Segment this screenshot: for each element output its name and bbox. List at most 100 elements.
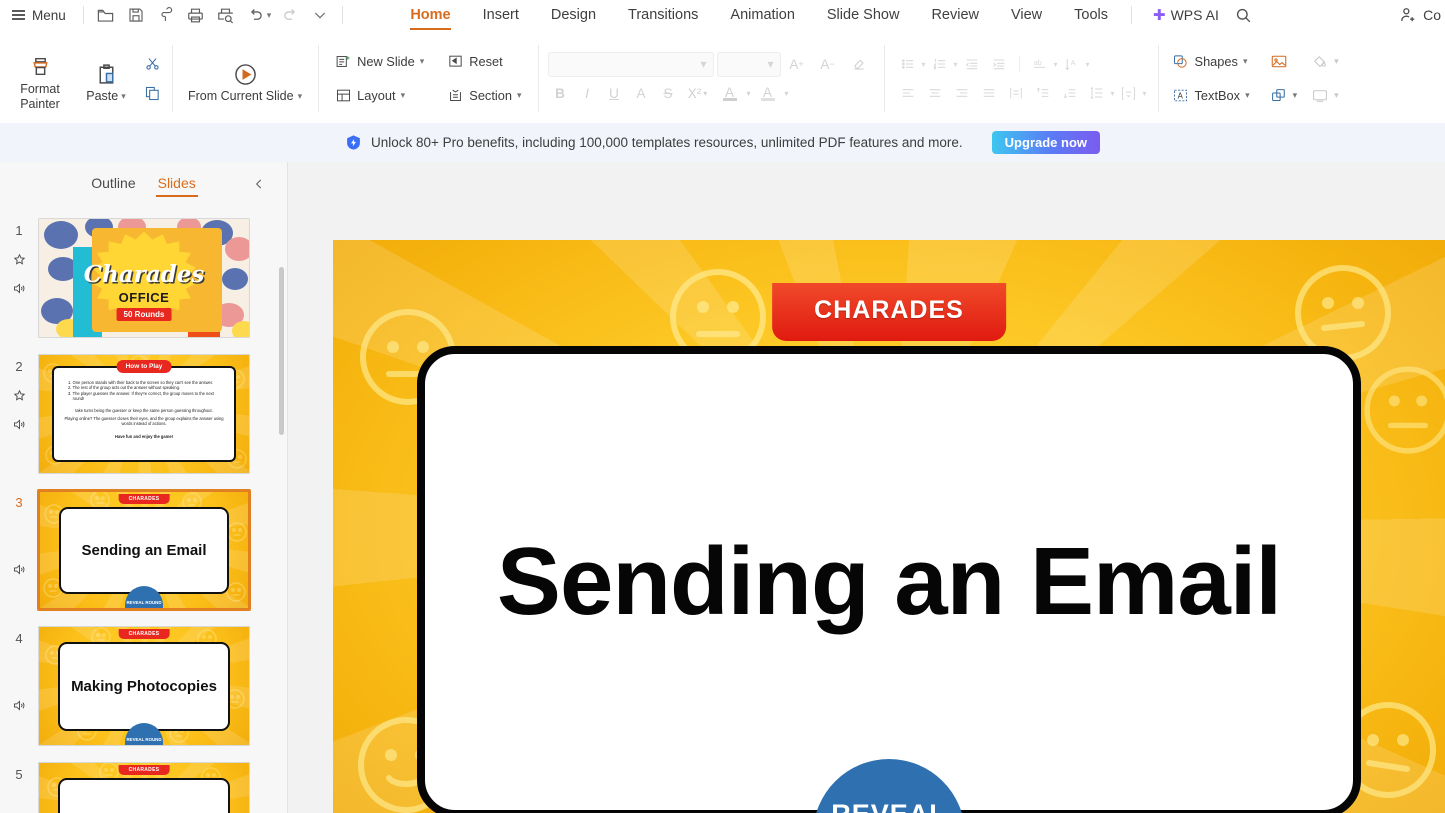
paste-button[interactable]: Paste ▾ — [73, 53, 139, 104]
chevron-down-icon[interactable]: ▾ — [1334, 90, 1339, 101]
chevron-down-icon[interactable]: ▾ — [1143, 89, 1147, 98]
chevron-down-icon[interactable]: ▾ — [298, 89, 303, 104]
bullet-list-button[interactable] — [895, 53, 921, 76]
slide-size-button[interactable]: ▾ — [1307, 83, 1343, 109]
align-center-button[interactable] — [922, 82, 948, 105]
slide-thumbnail-5[interactable]: CHARADES — [38, 762, 250, 813]
decrease-indent-button[interactable] — [959, 53, 985, 76]
list-item[interactable]: 1 — [0, 209, 287, 338]
tab-insert[interactable]: Insert — [467, 0, 535, 30]
strikethrough-button[interactable]: S — [656, 82, 681, 106]
format-painter-button[interactable]: Format Painter — [7, 46, 73, 112]
slide-thumbnail-2[interactable]: How to Play One person stands with their… — [38, 354, 250, 474]
slide-thumbnail-4[interactable]: CHARADES Making Photocopies REVEAL ROUND — [38, 626, 250, 746]
layout-button[interactable]: Layout ▾ — [330, 83, 428, 109]
list-item[interactable]: 4 CHARADES — [0, 610, 287, 746]
line-spacing-down-button[interactable] — [1057, 82, 1083, 105]
audio-icon[interactable] — [12, 281, 27, 296]
text-direction-button[interactable]: ab — [1027, 53, 1053, 76]
font-color-button[interactable]: A — [715, 82, 745, 106]
tab-animation[interactable]: Animation — [714, 0, 810, 30]
text-align-vertical-button[interactable] — [1116, 82, 1142, 105]
save-icon[interactable] — [121, 2, 151, 28]
increase-indent-button[interactable] — [986, 53, 1012, 76]
copy-button[interactable] — [139, 81, 165, 107]
bold-button[interactable]: B — [548, 82, 573, 106]
italic-button[interactable]: I — [575, 82, 600, 106]
reset-button[interactable]: Reset — [442, 49, 525, 75]
chevron-down-icon[interactable]: ▾ — [785, 89, 789, 98]
font-size-select[interactable]: ▾ — [717, 52, 781, 77]
chevron-down-icon[interactable]: ▾ — [420, 56, 425, 67]
arrange-objects-button[interactable]: ▾ — [1266, 83, 1302, 109]
new-slide-button[interactable]: New Slide ▾ — [330, 49, 428, 75]
chevron-down-icon[interactable]: ▾ — [401, 90, 406, 101]
text-effects-button[interactable]: A — [629, 82, 654, 106]
superscript-button[interactable]: X² ▾ — [683, 82, 713, 106]
wps-ai-button[interactable]: ✚ WPS AI — [1139, 6, 1229, 24]
textbox-button[interactable]: A TextBox ▾ — [1168, 83, 1254, 109]
audio-icon[interactable] — [12, 698, 27, 713]
from-current-slide-button[interactable]: From Current Slide ▾ — [188, 53, 302, 104]
chevron-down-icon[interactable]: ▾ — [747, 89, 751, 98]
section-button[interactable]: Section ▾ — [442, 83, 525, 109]
search-icon[interactable] — [1229, 2, 1259, 28]
tab-tools[interactable]: Tools — [1058, 0, 1124, 30]
chevron-down-icon[interactable]: ▾ — [1334, 56, 1339, 67]
collaborate-user-icon[interactable] — [1393, 2, 1423, 28]
list-item[interactable]: 3 CHARADES — [0, 474, 287, 610]
main-menu-button[interactable]: Menu — [0, 0, 76, 30]
slide-thumbnail-3[interactable]: CHARADES Sending an Email REVEAL ROUND — [38, 490, 250, 610]
undo-dropdown-icon[interactable]: ▾ — [267, 10, 276, 21]
shrink-font-button[interactable]: A− — [813, 52, 843, 76]
slide-thumbnail-list[interactable]: 1 — [0, 209, 287, 813]
align-left-button[interactable] — [895, 82, 921, 105]
chevron-down-icon[interactable]: ▾ — [1243, 56, 1248, 67]
underline-button[interactable]: U — [602, 82, 627, 106]
star-icon[interactable] — [12, 252, 27, 267]
upgrade-now-button[interactable]: Upgrade now — [992, 131, 1100, 154]
tab-design[interactable]: Design — [535, 0, 612, 30]
line-spacing-up-button[interactable] — [1030, 82, 1056, 105]
picture-button[interactable] — [1266, 49, 1302, 75]
collapse-panel-icon[interactable] — [249, 174, 269, 194]
sidebar-tab-outline[interactable]: Outline — [91, 175, 135, 197]
clear-formatting-button[interactable] — [844, 52, 874, 76]
chevron-down-icon[interactable]: ▾ — [517, 90, 522, 101]
open-file-icon[interactable] — [91, 2, 121, 28]
tab-slide-show[interactable]: Slide Show — [811, 0, 916, 30]
chevron-down-icon[interactable]: ▾ — [954, 60, 958, 69]
chevron-down-icon[interactable]: ▾ — [922, 60, 926, 69]
slide-word-card[interactable]: Sending an Email — [417, 346, 1361, 813]
distribute-button[interactable] — [1003, 82, 1029, 105]
chevron-down-icon[interactable]: ▾ — [1111, 89, 1115, 98]
audio-icon[interactable] — [12, 417, 27, 432]
chevron-down-icon[interactable]: ▾ — [121, 89, 126, 104]
slide-thumbnail-1[interactable]: Charades OFFICE 50 Rounds — [38, 218, 250, 338]
list-item[interactable]: 5 CHARADES — [0, 746, 287, 813]
sidebar-tab-slides[interactable]: Slides — [158, 175, 196, 197]
tab-transitions[interactable]: Transitions — [612, 0, 714, 30]
shape-fill-button[interactable]: ▾ — [1307, 49, 1343, 75]
tab-view[interactable]: View — [995, 0, 1058, 30]
highlight-color-button[interactable]: A — [753, 82, 783, 106]
customize-quick-access-icon[interactable] — [305, 2, 335, 28]
tab-review[interactable]: Review — [915, 0, 995, 30]
chevron-down-icon[interactable]: ▾ — [1245, 90, 1250, 101]
print-preview-icon[interactable] — [211, 2, 241, 28]
save-as-cloud-icon[interactable] — [151, 2, 181, 28]
star-icon[interactable] — [12, 388, 27, 403]
shapes-button[interactable]: Shapes ▾ — [1168, 49, 1254, 75]
font-family-select[interactable]: ▾ — [548, 52, 714, 77]
tab-home[interactable]: Home — [394, 0, 466, 30]
print-icon[interactable] — [181, 2, 211, 28]
justify-button[interactable] — [976, 82, 1002, 105]
chevron-down-icon[interactable]: ▾ — [1293, 90, 1298, 101]
grow-font-button[interactable]: A+ — [782, 52, 812, 76]
cut-button[interactable] — [139, 51, 165, 77]
current-slide[interactable]: CHARADES Sending an Email REVEAL — [333, 240, 1445, 813]
line-spacing-button[interactable] — [1084, 82, 1110, 105]
slide-canvas-area[interactable]: CHARADES Sending an Email REVEAL — [288, 162, 1445, 813]
numbered-list-button[interactable] — [927, 53, 953, 76]
list-item[interactable]: 2 — [0, 338, 287, 474]
